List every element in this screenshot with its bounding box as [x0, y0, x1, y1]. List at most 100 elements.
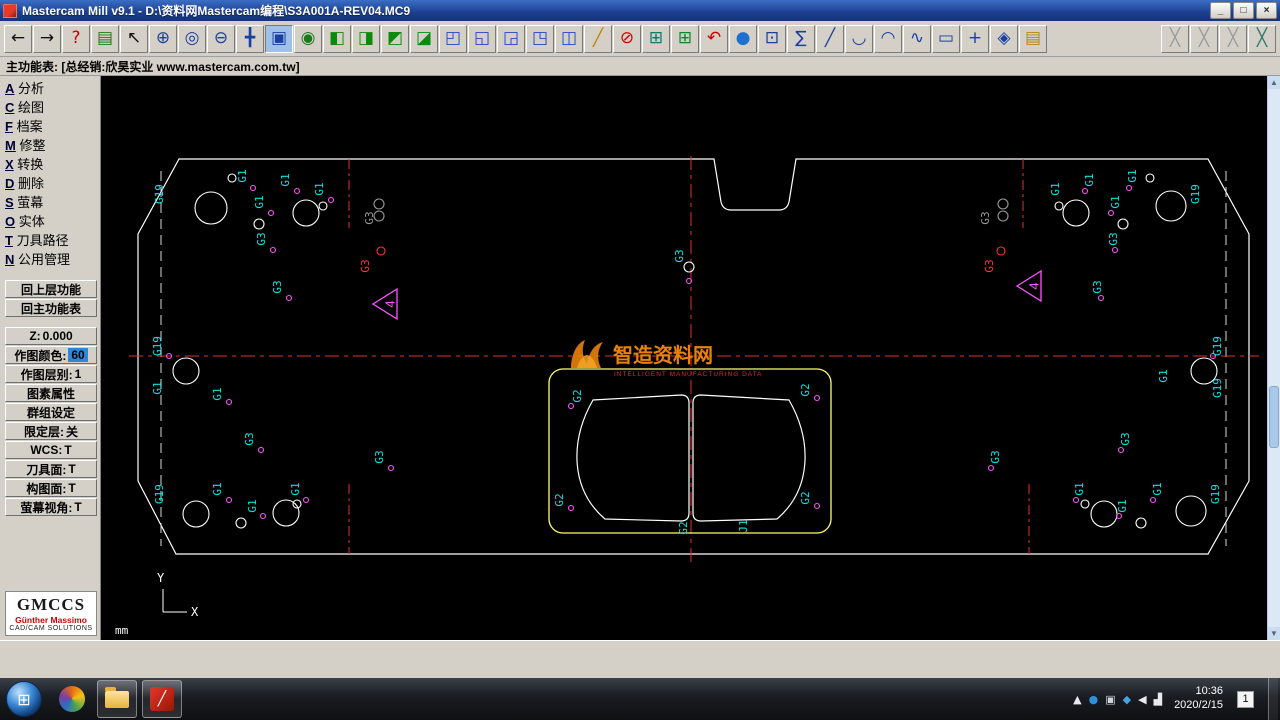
arc-icon[interactable]: ◡ — [845, 24, 873, 53]
show-desktop-button[interactable] — [1268, 678, 1278, 720]
sidebar-item-file[interactable]: F 档案 — [5, 117, 97, 136]
input-method-indicator[interactable]: 1 — [1237, 690, 1254, 708]
sidebar-item-modify[interactable]: M 修整 — [5, 136, 97, 155]
taskbar-clock[interactable]: 10:36 2020/2/15 — [1174, 685, 1223, 713]
cad-label: G1 — [313, 182, 326, 195]
main-menu-button[interactable]: 回主功能表 — [5, 299, 97, 317]
minimize-button[interactable]: _ — [1210, 2, 1231, 19]
sidebar-item-xform[interactable]: X 转换 — [5, 155, 97, 174]
fit-screen-icon[interactable]: ▣ — [265, 24, 293, 53]
network-icon[interactable]: ▟ — [1154, 693, 1162, 706]
scroll-up-arrow[interactable]: ▲ — [1268, 76, 1280, 89]
hotkey-letter: C — [5, 100, 15, 115]
zoom-out-icon[interactable]: ⊖ — [207, 24, 235, 53]
tray-app-window-icon[interactable]: ▣ — [1105, 693, 1115, 706]
level-limit-button[interactable]: 限定层: 关 — [5, 422, 97, 440]
tray-app-blue-icon[interactable]: ● — [1089, 693, 1099, 706]
volume-icon[interactable]: ◀ — [1138, 693, 1146, 706]
zoom-window-icon[interactable]: ◎ — [178, 24, 206, 53]
close-button[interactable]: × — [1256, 2, 1277, 19]
pan-icon[interactable]: ╋ — [236, 24, 264, 53]
line-icon[interactable]: ╱ — [816, 24, 844, 53]
taskbar-mastercam-button[interactable] — [142, 680, 182, 718]
trim-3-icon[interactable]: ╳ — [1219, 24, 1247, 53]
sidebar-item-screen[interactable]: S 萤幕 — [5, 193, 97, 212]
draw-color-button[interactable]: 作图颜色: 60 — [5, 346, 97, 364]
cad-label: G19 — [153, 484, 166, 504]
cplane-button[interactable]: 构图面: T — [5, 479, 97, 497]
sidebar-item-solids[interactable]: O 实体 — [5, 212, 97, 231]
cplane-side-icon[interactable]: ◲ — [497, 24, 525, 53]
sidebar-item-create[interactable]: C 绘图 — [5, 98, 97, 117]
wcs-button[interactable]: WCS: T — [5, 441, 97, 459]
gview-front-icon[interactable]: ◨ — [352, 24, 380, 53]
rectangle-icon[interactable]: ▭ — [932, 24, 960, 53]
trim-2-icon[interactable]: ╳ — [1190, 24, 1218, 53]
sidebar-item-delete[interactable]: D 删除 — [5, 174, 97, 193]
point-icon[interactable]: + — [961, 24, 989, 53]
repaint-icon[interactable]: ◉ — [294, 24, 322, 53]
cad-label: G1 — [151, 381, 164, 394]
taskbar-browser-button[interactable] — [52, 680, 92, 718]
trim-1-icon[interactable]: ╳ — [1161, 24, 1189, 53]
shading-icon[interactable]: ● — [729, 24, 757, 53]
screen-grab-icon[interactable]: ⊞ — [642, 24, 670, 53]
vertical-scrollbar[interactable]: ▲ ▼ — [1267, 76, 1280, 640]
tool-plane-button[interactable]: 刀具面: T — [5, 460, 97, 478]
delete-mode-icon[interactable]: ⊘ — [613, 24, 641, 53]
tray-app-diamond-icon[interactable]: ◆ — [1123, 693, 1131, 706]
drawing-area[interactable]: 智造资料网 INTELLIGENT MANUFACTURING DATA Y X… — [101, 76, 1280, 640]
cursor-help-icon[interactable]: ↖ — [120, 24, 148, 53]
viewport-icon[interactable]: ⊡ — [758, 24, 786, 53]
draw-level-value: 1 — [74, 367, 82, 381]
gview-side-icon[interactable]: ◩ — [381, 24, 409, 53]
window-controls: _ □ × — [1208, 2, 1277, 19]
draw-level-button[interactable]: 作图层别: 1 — [5, 365, 97, 383]
surface-icon[interactable]: ◈ — [990, 24, 1018, 53]
gview-top-icon[interactable]: ◧ — [323, 24, 351, 53]
group-set-button[interactable]: 群组设定 — [5, 403, 97, 421]
help-icon[interactable]: ? — [62, 24, 90, 53]
zoom-icon[interactable]: ⊕ — [149, 24, 177, 53]
gview-button[interactable]: 萤幕视角: T — [5, 498, 97, 516]
back-arrow-icon[interactable]: ← — [4, 24, 32, 53]
undo-icon[interactable]: ↶ — [700, 24, 728, 53]
start-button[interactable]: ⊞ — [6, 681, 42, 717]
cad-label: G19 — [1189, 184, 1202, 204]
layers-icon[interactable]: ▤ — [1019, 24, 1047, 53]
sidebar-item-analyze[interactable]: A 分析 — [5, 79, 97, 98]
forward-arrow-icon[interactable]: → — [33, 24, 61, 53]
spline-icon[interactable]: ∿ — [903, 24, 931, 53]
gview-iso-icon[interactable]: ◪ — [410, 24, 438, 53]
hotkey-letter: S — [5, 195, 14, 210]
cplane-front-icon[interactable]: ◱ — [468, 24, 496, 53]
cplane-top-icon[interactable]: ◰ — [439, 24, 467, 53]
cad-canvas[interactable]: 智造资料网 INTELLIGENT MANUFACTURING DATA Y X… — [101, 76, 1267, 640]
cad-label: J1 — [737, 519, 750, 532]
calc-sigma-icon[interactable]: ∑ — [787, 24, 815, 53]
prompt-area[interactable] — [0, 640, 1280, 678]
trim-4-icon[interactable]: ╳ — [1248, 24, 1276, 53]
main-menu-text: 主功能表: [总经销:欣昊实业 www.mastercam.com.tw] — [6, 59, 300, 74]
hidden-icons-arrow[interactable]: ▲ — [1073, 693, 1081, 706]
cplane-3d-icon[interactable]: ◫ — [555, 24, 583, 53]
screen-next-icon[interactable]: ⊞ — [671, 24, 699, 53]
sidebar-item-nc-utils[interactable]: N 公用管理 — [5, 250, 97, 269]
back-up-button[interactable]: 回上层功能 — [5, 280, 97, 298]
cplane-iso-icon[interactable]: ◳ — [526, 24, 554, 53]
sidebar-item-toolpaths[interactable]: T 刀具路径 — [5, 231, 97, 250]
file-doc-icon[interactable]: ▤ — [91, 24, 119, 53]
cad-label: G1 — [1109, 195, 1122, 208]
cad-label: G1 — [289, 482, 302, 495]
pocket-boundary — [548, 368, 832, 534]
attributes-button[interactable]: 图素属性 — [5, 384, 97, 402]
fillet-icon[interactable]: ◠ — [874, 24, 902, 53]
sketch-icon[interactable]: ╱ — [584, 24, 612, 53]
z-depth-button[interactable]: Z: 0.000 — [5, 327, 97, 345]
cad-hole-circle — [172, 357, 200, 385]
scrollbar-thumb[interactable] — [1269, 386, 1279, 449]
taskbar-explorer-button[interactable] — [97, 680, 137, 718]
maximize-button[interactable]: □ — [1233, 2, 1254, 19]
sidebar-nav-buttons: 回上层功能 回主功能表 — [5, 279, 97, 318]
scroll-down-arrow[interactable]: ▼ — [1268, 627, 1280, 640]
